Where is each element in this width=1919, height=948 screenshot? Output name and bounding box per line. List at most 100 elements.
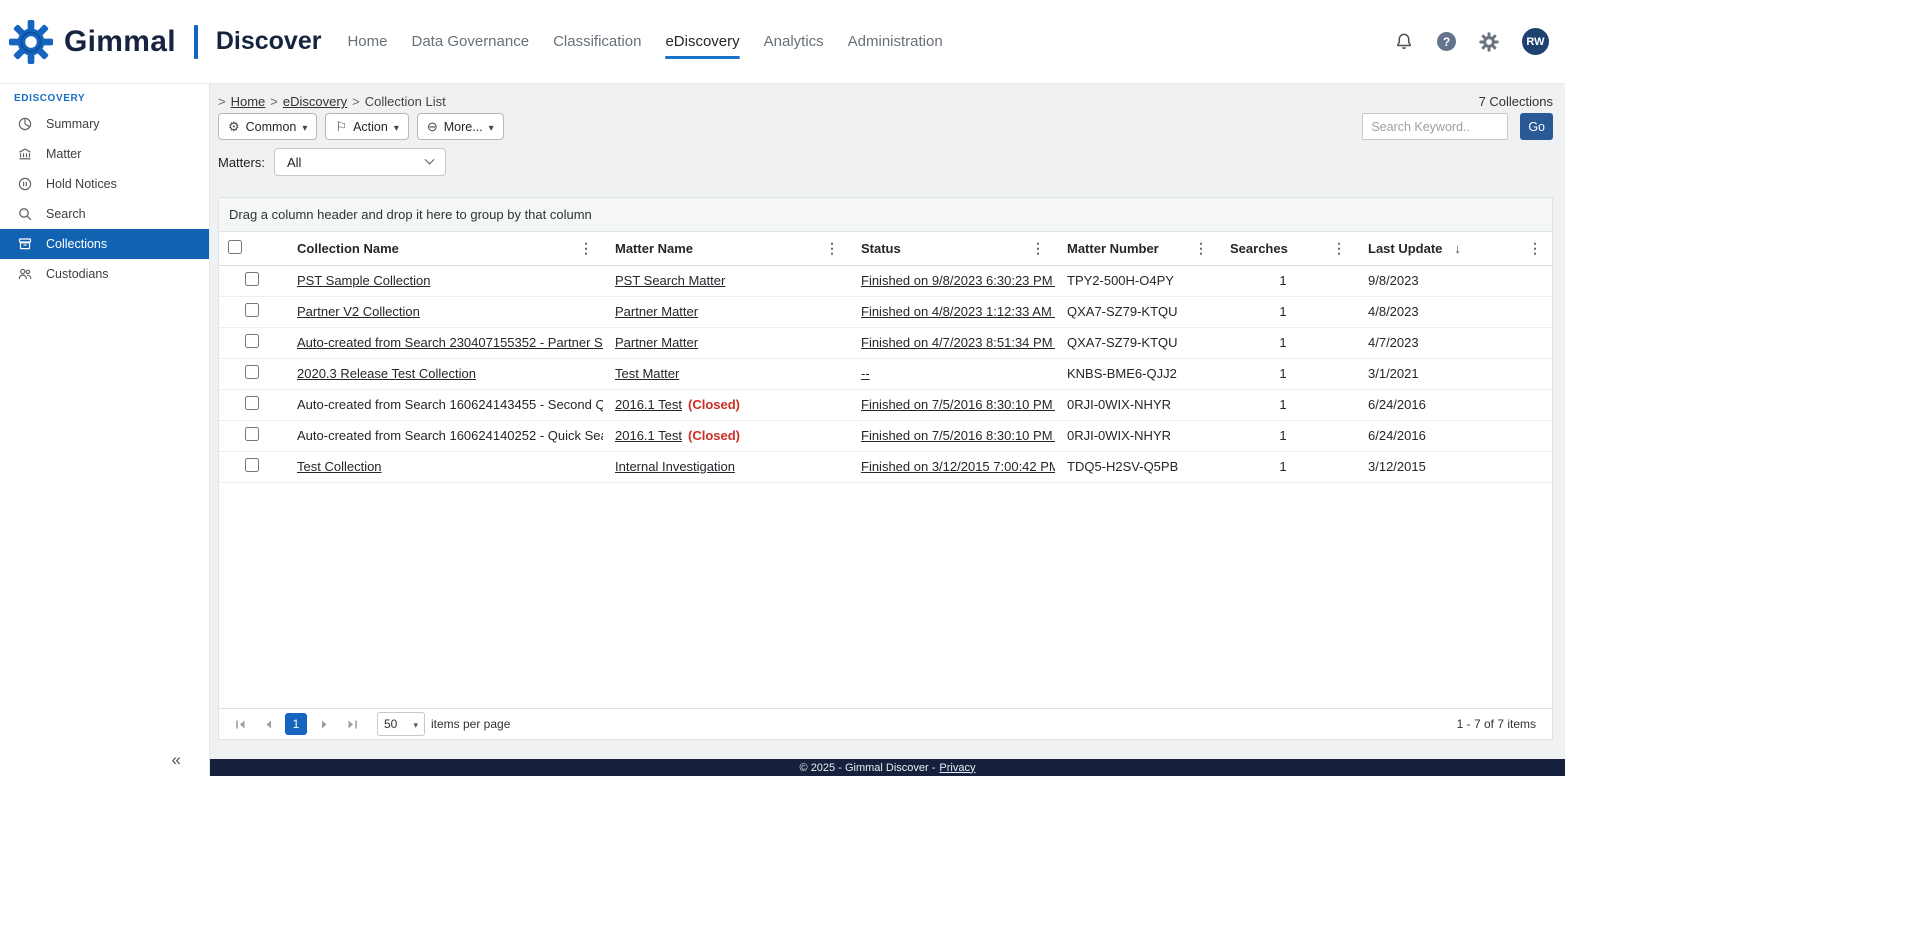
searches-cell: 1 [1218, 327, 1356, 358]
nav-analytics[interactable]: Analytics [764, 0, 824, 83]
nav-administration[interactable]: Administration [848, 0, 943, 83]
status-link[interactable]: Finished on 3/12/2015 7:00:42 PM (6 Mi [861, 459, 1055, 474]
row-checkbox[interactable] [245, 334, 259, 348]
status-link[interactable]: Finished on 7/5/2016 8:30:10 PM (11 Da [861, 397, 1055, 412]
row-checkbox[interactable] [245, 458, 259, 472]
breadcrumb-row: Home eDiscovery Collection List 7 Collec… [218, 93, 1553, 110]
sidebar-item-hold-notices[interactable]: Hold Notices [0, 169, 209, 199]
status-link[interactable]: -- [861, 366, 870, 381]
action-menu-button[interactable]: Action [325, 113, 408, 140]
chevron-down-icon [302, 120, 307, 134]
sidebar-item-summary[interactable]: Summary [0, 109, 209, 139]
matters-selected-value: All [287, 155, 301, 170]
collection-name-link[interactable]: PST Sample Collection [297, 273, 430, 288]
breadcrumb-separator-icon [218, 94, 226, 109]
breadcrumb-ediscovery-link[interactable]: eDiscovery [283, 94, 347, 109]
column-header-searches[interactable]: Searches [1218, 232, 1356, 265]
sidebar-item-label: Collections [46, 237, 107, 251]
page-size-select[interactable]: 50 [377, 712, 425, 736]
searches-cell: 1 [1218, 451, 1356, 482]
sidebar-item-matter[interactable]: Matter [0, 139, 209, 169]
chevron-down-icon [394, 120, 399, 134]
column-header-status[interactable]: Status [849, 232, 1055, 265]
collection-name-link[interactable]: Auto-created from Search 230407155352 - … [297, 335, 603, 350]
flag-icon [335, 120, 347, 133]
help-icon[interactable] [1437, 32, 1456, 51]
common-menu-button[interactable]: Common [218, 113, 317, 140]
more-menu-button[interactable]: More... [417, 113, 504, 140]
column-header-last-update[interactable]: Last Update [1356, 232, 1552, 265]
sidebar-item-custodians[interactable]: Custodians [0, 259, 209, 289]
app-window: Gimmal Discover Home Data Governance Cla… [0, 0, 1565, 776]
searches-cell: 1 [1218, 389, 1356, 420]
breadcrumb-home-link[interactable]: Home [231, 94, 266, 109]
last-update-cell: 3/1/2021 [1356, 358, 1552, 389]
status-link[interactable]: Finished on 9/8/2023 6:30:23 PM (6 Mir [861, 273, 1055, 288]
row-checkbox[interactable] [245, 396, 259, 410]
column-menu-icon[interactable] [823, 240, 841, 257]
matter-name-link[interactable]: 2016.1 Test [615, 428, 682, 443]
matters-select[interactable]: All [274, 148, 446, 176]
last-update-cell: 3/12/2015 [1356, 451, 1552, 482]
collections-table: Collection Name Matter Name Status Matte… [219, 232, 1552, 483]
go-button[interactable]: Go [1520, 113, 1553, 140]
matter-number-cell: 0RJI-0WIX-NHYR [1055, 389, 1218, 420]
brand[interactable]: Gimmal Discover [8, 19, 321, 65]
matter-name-link[interactable]: Partner Matter [615, 304, 698, 319]
row-checkbox[interactable] [245, 303, 259, 317]
nav-ediscovery[interactable]: eDiscovery [665, 0, 739, 83]
nav-classification[interactable]: Classification [553, 0, 641, 83]
matter-name-link[interactable]: Internal Investigation [615, 459, 735, 474]
table-row: 2020.3 Release Test Collection Test Matt… [219, 358, 1552, 389]
group-by-drop-zone[interactable]: Drag a column header and drop it here to… [219, 198, 1552, 232]
collection-name-link[interactable]: 2020.3 Release Test Collection [297, 366, 476, 381]
nav-data-governance[interactable]: Data Governance [411, 0, 529, 83]
column-header-matter-number[interactable]: Matter Number [1055, 232, 1218, 265]
column-menu-icon[interactable] [1330, 240, 1348, 257]
sidebar-collapse-icon[interactable] [172, 750, 181, 770]
last-update-cell: 4/8/2023 [1356, 296, 1552, 327]
privacy-link[interactable]: Privacy [939, 762, 975, 774]
user-avatar[interactable]: RW [1522, 28, 1549, 55]
sidebar-item-collections[interactable]: Collections [0, 229, 209, 259]
matter-name-link[interactable]: 2016.1 Test [615, 397, 682, 412]
pager-page-1-button[interactable]: 1 [285, 713, 307, 735]
column-menu-icon[interactable] [577, 240, 595, 257]
matter-name-link[interactable]: Partner Matter [615, 335, 698, 350]
settings-gear-icon[interactable] [1478, 31, 1500, 53]
status-link[interactable]: Finished on 4/7/2023 8:51:34 PM (12 Mi [861, 335, 1055, 350]
row-checkbox[interactable] [245, 427, 259, 441]
column-label: Matter Name [615, 241, 693, 256]
matter-number-cell: QXA7-SZ79-KTQU [1055, 327, 1218, 358]
last-update-cell: 4/7/2023 [1356, 327, 1552, 358]
column-header-collection-name[interactable]: Collection Name [285, 232, 603, 265]
matter-name-link[interactable]: PST Search Matter [615, 273, 725, 288]
row-checkbox[interactable] [245, 272, 259, 286]
items-per-page-label: items per page [431, 717, 510, 731]
sidebar-item-search[interactable]: Search [0, 199, 209, 229]
collection-name-link[interactable]: Partner V2 Collection [297, 304, 420, 319]
breadcrumb-separator-icon [352, 94, 360, 109]
toolbar: Common Action More... [218, 113, 1553, 140]
last-update-cell: 9/8/2023 [1356, 265, 1552, 296]
column-header-matter-name[interactable]: Matter Name [603, 232, 849, 265]
status-link[interactable]: Finished on 4/8/2023 1:12:33 AM (12 M [861, 304, 1055, 319]
matter-name-link[interactable]: Test Matter [615, 366, 679, 381]
last-update-cell: 6/24/2016 [1356, 420, 1552, 451]
search-input[interactable] [1362, 113, 1508, 140]
pager-first-icon[interactable] [229, 713, 251, 735]
select-all-checkbox[interactable] [228, 240, 242, 254]
status-link[interactable]: Finished on 7/5/2016 8:30:10 PM (11 Da [861, 428, 1055, 443]
pager-previous-icon[interactable] [257, 713, 279, 735]
column-menu-icon[interactable] [1029, 240, 1047, 257]
column-menu-icon[interactable] [1526, 240, 1544, 257]
pager-next-icon[interactable] [313, 713, 335, 735]
notifications-bell-icon[interactable] [1393, 31, 1415, 53]
collection-name-link[interactable]: Test Collection [297, 459, 382, 474]
nav-home[interactable]: Home [347, 0, 387, 83]
row-checkbox[interactable] [245, 365, 259, 379]
main-content: Home eDiscovery Collection List 7 Collec… [210, 84, 1565, 776]
pager-last-icon[interactable] [341, 713, 363, 735]
sidebar-item-label: Custodians [46, 267, 109, 281]
column-menu-icon[interactable] [1192, 240, 1210, 257]
